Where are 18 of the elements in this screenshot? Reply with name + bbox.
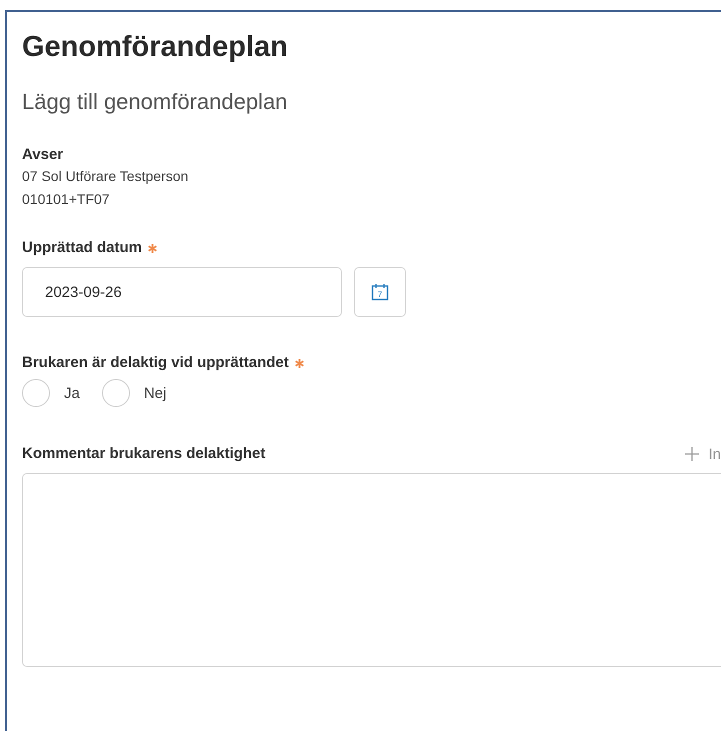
subject-text: 010101+TF07: [22, 190, 111, 209]
subject-text: 07 Sol Utförare Testperson: [22, 167, 190, 186]
field-label: Avser: [22, 145, 64, 165]
radio-button[interactable]: [22, 379, 50, 407]
insert-button[interactable]: In: [685, 446, 721, 462]
field-label: Upprättad datum: [22, 238, 142, 258]
page-subtitle: Lägg till genomförandeplan: [22, 88, 288, 116]
radio-label: Ja: [64, 384, 80, 402]
page-title: Genomförandeplan: [22, 30, 289, 64]
radio-label: Nej: [144, 384, 166, 402]
calendar-icon: 7: [371, 283, 389, 301]
field-label: Kommentar brukarens delaktighet: [22, 444, 266, 464]
plus-icon: [685, 447, 700, 461]
calendar-button[interactable]: 7: [354, 267, 406, 317]
comment-textarea[interactable]: [22, 473, 721, 667]
date-field[interactable]: 2023-09-26: [22, 267, 342, 317]
field-label: Brukaren är delaktig vid upprättandet: [22, 353, 289, 373]
radio-button[interactable]: [102, 379, 130, 407]
